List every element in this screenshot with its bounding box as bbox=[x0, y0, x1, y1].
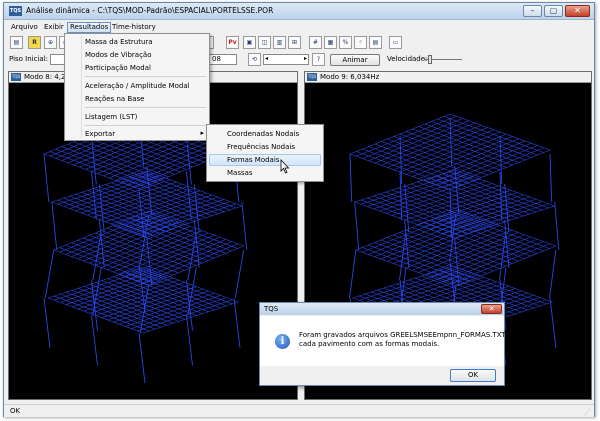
velocidade-thumb[interactable] bbox=[428, 55, 432, 64]
mode-9-title: Modo 9: 6,034Hz bbox=[320, 73, 380, 81]
info-icon: i bbox=[275, 334, 290, 349]
velocidade-label: Velocidade: bbox=[387, 55, 428, 63]
menu-bar: Arquivo Exibir Resultados Time-history bbox=[4, 21, 594, 33]
close-button[interactable]: ✕ bbox=[565, 5, 590, 17]
document-icon[interactable]: ▭ bbox=[389, 36, 402, 49]
menu-exibir[interactable]: Exibir bbox=[42, 22, 66, 33]
status-text: OK bbox=[10, 407, 21, 415]
menu-massa-estrutura[interactable]: Massa da Estrutura bbox=[85, 38, 153, 46]
title-bar: TQS Análise dinâmica - C:\TQS\MOD-Padrão… bbox=[4, 3, 594, 20]
frame-scrollbar[interactable]: ◂ ▸ bbox=[263, 54, 309, 65]
mouse-cursor-icon bbox=[280, 159, 290, 174]
layout-split-icon[interactable]: ◫ bbox=[258, 36, 271, 49]
menu-formas-modais[interactable]: Formas Modais bbox=[227, 156, 279, 164]
menu-aceleracao-amplitude[interactable]: Aceleração / Amplitude Modal bbox=[85, 82, 190, 90]
dialog-title: TQS bbox=[264, 305, 279, 313]
menu-coordenadas-nodais[interactable]: Coordenadas Nodais bbox=[227, 130, 299, 138]
window-title: Análise dinâmica - C:\TQS\MOD-Padrão\ESP… bbox=[26, 6, 274, 15]
menu-separator bbox=[85, 107, 206, 108]
grid-icon[interactable]: # bbox=[309, 36, 322, 49]
table-icon[interactable]: ▤ bbox=[369, 36, 382, 49]
minimize-button[interactable]: – bbox=[523, 5, 542, 17]
resize-grip-icon[interactable]: ⋰ bbox=[584, 408, 591, 416]
piso-inicial-label: Piso Inicial: bbox=[9, 55, 48, 63]
app-icon: TQS bbox=[9, 6, 22, 16]
mesh-icon[interactable]: ▦ bbox=[324, 36, 337, 49]
menu-resultados[interactable]: Resultados bbox=[67, 22, 112, 33]
resultados-menu: Massa da Estrutura Modos de Vibração Par… bbox=[64, 33, 210, 141]
animar-button[interactable]: Animar bbox=[330, 54, 380, 66]
maximize-button[interactable]: ▢ bbox=[544, 5, 563, 17]
dialog-message-line1: Foram gravados arquivos GREELSMSEEmpnn_F… bbox=[299, 331, 519, 339]
tqs-icon: TQS bbox=[11, 73, 21, 81]
dialog-message-line2: cada pavimento com as formas modais. bbox=[299, 340, 440, 348]
dialog-titlebar: TQS ✕ bbox=[260, 303, 504, 315]
scroll-right-icon[interactable]: ▸ bbox=[304, 55, 307, 62]
menu-separator bbox=[85, 76, 206, 77]
menu-frequencias-nodais[interactable]: Frequências Nodais bbox=[227, 143, 295, 151]
zoom-icon[interactable]: ⊕ bbox=[44, 36, 57, 49]
menu-massas[interactable]: Massas bbox=[227, 169, 253, 177]
refresh-icon[interactable]: R bbox=[28, 36, 41, 49]
menu-time-history[interactable]: Time-history bbox=[110, 22, 158, 33]
percent-icon[interactable]: % bbox=[339, 36, 352, 49]
layout-columns-icon[interactable]: ▥ bbox=[273, 36, 286, 49]
dialog-body: i Foram gravados arquivos GREELSMSEEmpnn… bbox=[260, 316, 519, 366]
status-bar: OK ⋰ bbox=[4, 404, 594, 417]
exportar-submenu: Coordenadas Nodais Frequências Nodais Fo… bbox=[206, 124, 324, 182]
dialog-close-button[interactable]: ✕ bbox=[481, 304, 502, 314]
submenu-arrow-icon: ▸ bbox=[200, 129, 204, 137]
menu-listagem-lst[interactable]: Listagem (LST) bbox=[85, 113, 137, 121]
menu-reacoes-base[interactable]: Reações na Base bbox=[85, 95, 144, 103]
menu-exportar[interactable]: Exportar bbox=[85, 130, 115, 138]
layout-single-icon[interactable]: ▣ bbox=[243, 36, 256, 49]
scroll-left-icon[interactable]: ◂ bbox=[265, 55, 268, 62]
nodes-icon[interactable]: ⁘ bbox=[354, 36, 367, 49]
menu-separator bbox=[85, 125, 206, 126]
tqs-icon: TQS bbox=[307, 73, 317, 81]
ok-button[interactable]: OK bbox=[450, 369, 496, 382]
mode-9-titlebar: TQS Modo 9: 6,034Hz bbox=[305, 72, 591, 83]
pv-icon[interactable]: Pv bbox=[226, 36, 239, 49]
menu-arquivo[interactable]: Arquivo bbox=[9, 22, 40, 33]
help-icon[interactable]: ? bbox=[312, 53, 325, 66]
frame-select[interactable]: 08 bbox=[209, 54, 237, 65]
print-icon[interactable]: ▤ bbox=[10, 36, 23, 49]
rewind-icon[interactable]: ⟲ bbox=[248, 53, 261, 66]
menu-modos-vibracao[interactable]: Modos de Vibração bbox=[85, 51, 152, 59]
tqs-message-dialog: TQS ✕ i Foram gravados arquivos GREELSMS… bbox=[259, 302, 519, 386]
menu-participacao-modal[interactable]: Participação Modal bbox=[85, 64, 151, 72]
menu-gutter bbox=[81, 36, 82, 138]
layout-grid-icon[interactable]: ⊞ bbox=[288, 36, 301, 49]
